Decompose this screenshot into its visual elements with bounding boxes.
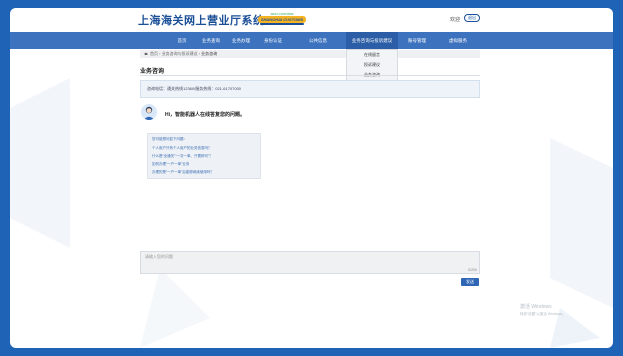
main-nav: 首页 业务查询 业务办理 身份认证 公共信息 业务咨询与投诉建议 账号管理 虚拟… [10,32,613,49]
breadcrumb-section[interactable]: 业务咨询与投诉建议 [162,51,198,56]
nav-item-account[interactable]: 账号管理 [402,32,432,49]
hotline-notice: 咨询电话：通关热线12360/服务热线：021-61707000 [140,80,480,98]
breadcrumb-home[interactable]: 首页 [150,51,158,56]
welcome-text: 欢迎 [450,17,461,23]
faq-title: 您可能想问如下问题： [152,137,187,141]
page-title: 业务咨询 [140,69,165,75]
home-icon [144,52,148,56]
nav-item-public-info[interactable]: 公共信息 [290,32,346,49]
send-button[interactable]: 发送 [461,278,479,286]
bot-greeting: Hi，智能机器人在线答复您的问题。 [165,112,246,118]
char-counter: 0/200 [468,268,477,272]
faq-item[interactable]: 办理的是“一户一单”后能够继续使用吗？ [152,168,256,176]
browser-frame: 上海海关网上营业厅系统 SINO CUSTOMS SHANGHAI CUSTOM… [10,8,613,348]
customs-logo: SINO CUSTOMS SHANGHAI CUSTOMS [258,12,306,26]
activate-title: 激活 Windows [520,304,552,310]
faq-item[interactable]: 什么是“全通关”“一次一单、只需即可”？ [152,152,256,160]
title-divider [140,75,480,76]
breadcrumb-current: 业务咨询 [201,51,218,56]
faq-item[interactable]: 个人用户只有个人用户的业务信息吗？ [152,144,256,152]
question-input[interactable]: 请输入您的问题 0/200 [140,251,480,274]
faq-box: 您可能想问如下问题： 个人用户只有个人用户的业务信息吗？ 什么是“全通关”“一次… [147,133,261,179]
nav-item-home[interactable]: 首页 [168,32,196,49]
faq-item[interactable]: 如何办理“一户一单”业务 [152,160,256,168]
robot-icon [143,106,155,120]
logout-button[interactable]: 退出 [464,14,480,22]
nav-item-identity-auth[interactable]: 身份认证 [256,32,290,49]
header: 上海海关网上营业厅系统 SINO CUSTOMS SHANGHAI CUSTOM… [10,8,613,32]
nav-item-consulting[interactable]: 业务咨询与投诉建议 [346,32,398,49]
dropdown-item-complaint[interactable]: 投诉建议 [347,60,397,70]
logo-mid-text: SHANGHAI CUSTOMS [258,16,306,23]
nav-item-business-handling[interactable]: 业务办理 [226,32,256,49]
logo-underline [260,23,304,25]
site-title: 上海海关网上营业厅系统 [138,14,265,27]
robot-avatar [141,104,157,120]
breadcrumb: 首页 › 业务咨询与投诉建议 › 业务咨询 [140,50,480,58]
dropdown-item-online-message[interactable]: 在线留言 [347,50,397,60]
activate-subtitle: 转到“设置”以激活 Windows。 [520,312,566,316]
nav-item-virtual-service[interactable]: 虚拟服务 [440,32,476,49]
question-input-placeholder: 请输入您的问题 [145,254,173,259]
windows-activation-notice: 激活 Windows 转到“设置”以激活 Windows。 [520,304,566,318]
nav-item-business-query[interactable]: 业务查询 [196,32,226,49]
